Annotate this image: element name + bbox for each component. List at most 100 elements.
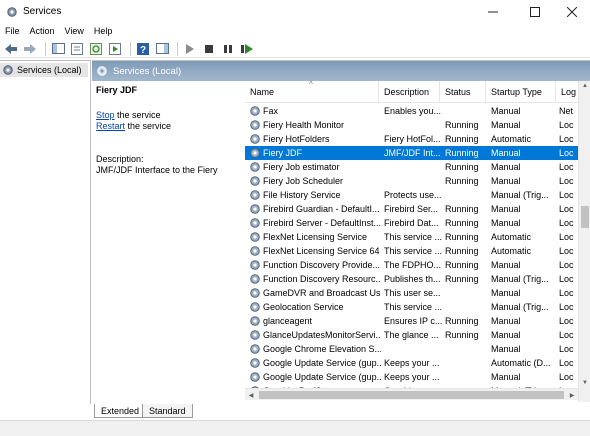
column-header-log-on-as[interactable]: Log (556, 81, 578, 103)
export-list-button[interactable] (107, 42, 123, 56)
scroll-down-arrow-icon[interactable]: ▼ (579, 378, 590, 388)
service-startup-type-cell: Automatic (D... (491, 358, 551, 368)
refresh-button[interactable] (88, 42, 104, 56)
menu-file[interactable]: File (0, 24, 25, 40)
show-hide-console-tree-button[interactable] (50, 42, 66, 56)
table-row[interactable]: GameDVR and Broadcast Us... This user se.… (245, 286, 578, 300)
stop-service-icon (205, 44, 213, 53)
column-header-startup-type[interactable]: Startup Type (486, 81, 556, 103)
service-startup-type-cell: Manual (491, 372, 521, 382)
show-action-pane-button[interactable] (154, 42, 170, 56)
maximize-button[interactable] (516, 0, 554, 24)
column-header-status[interactable]: Status (440, 81, 486, 103)
service-gear-icon (250, 330, 260, 340)
pane-header: Services (Local) (92, 61, 590, 81)
service-description-cell: Keeps your ... (384, 372, 440, 382)
start-service-button[interactable] (182, 42, 198, 56)
view-tabs: Extended Standard (92, 404, 590, 420)
service-name-cell: Fiery JDF (263, 148, 302, 158)
properties-button[interactable] (69, 42, 85, 56)
scroll-up-arrow-icon[interactable]: ▲ (579, 81, 590, 91)
service-description-cell: Firebird Dat... (384, 218, 439, 228)
status-bar (0, 420, 590, 436)
tab-extended[interactable]: Extended (94, 404, 147, 418)
table-row[interactable]: Google Update Service (gup... Keeps your … (245, 370, 578, 384)
service-name-cell: Firebird Guardian - DefaultI... (263, 204, 380, 214)
restart-action: Restart the service (96, 121, 171, 131)
table-row[interactable]: Geolocation Service This service ... Manua… (245, 300, 578, 314)
service-status-cell: Running (445, 232, 479, 242)
service-description-cell: This service ... (384, 302, 442, 312)
horizontal-scrollbar[interactable]: ◀ ▶ (245, 388, 578, 400)
table-row[interactable]: glanceagent Ensures IP c... Running Manual L… (245, 314, 578, 328)
table-row[interactable]: Fiery JDF JMF/JDF Int... Running Manual Loc (245, 146, 578, 160)
service-status-cell (445, 286, 489, 300)
column-header-name[interactable]: ^ Name (245, 81, 379, 103)
back-button[interactable] (3, 42, 19, 56)
service-startup-type-cell: Manual (Trig... (491, 302, 549, 312)
table-row[interactable]: Function Discovery Provide... The FDPHO..… (245, 258, 578, 272)
show-hide-console-tree-icon (51, 43, 65, 54)
services-list: ^ Name Description Status Startup Type L… (245, 81, 590, 402)
table-row[interactable]: Fiery Job Scheduler Running Manual Loc (245, 174, 578, 188)
table-row[interactable]: Fiery Health Monitor Running Manual Loc (245, 118, 578, 132)
table-row[interactable]: FlexNet Licensing Service This service ..… (245, 230, 578, 244)
service-log-on-as-cell: Loc (559, 372, 574, 382)
table-row[interactable]: File History Service Protects use... Manua… (245, 188, 578, 202)
horizontal-scroll-thumb[interactable] (259, 391, 564, 399)
forward-button[interactable] (22, 42, 38, 56)
table-row[interactable]: Fax Enables you... Manual Net (245, 104, 578, 118)
menu-bar: File Action View Help (0, 24, 590, 40)
tree-item-services-local[interactable]: Services (Local) (0, 63, 88, 77)
menu-help[interactable]: Help (89, 24, 118, 40)
table-row[interactable]: Firebird Guardian - DefaultI... Firebird … (245, 202, 578, 216)
service-name-cell: Google Update Service (gup... (263, 358, 381, 368)
service-description-cell (384, 160, 442, 174)
scroll-left-arrow-icon[interactable]: ◀ (245, 389, 257, 401)
service-status-cell (445, 188, 489, 202)
pause-service-button[interactable] (220, 42, 236, 56)
table-row[interactable]: Fiery Job estimator Running Manual Loc (245, 160, 578, 174)
stop-action-suffix: the service (114, 110, 161, 120)
service-gear-icon (250, 148, 260, 158)
service-name-cell: Fiery Job Scheduler (263, 176, 344, 186)
forward-arrow-icon (24, 43, 36, 54)
minimize-button[interactable] (474, 0, 512, 24)
service-status-cell: Running (445, 218, 479, 228)
table-row[interactable]: Firebird Server - DefaultInst... Firebird… (245, 216, 578, 230)
service-startup-type-cell: Automatic (491, 246, 532, 256)
close-button[interactable] (553, 0, 590, 24)
vertical-scrollbar[interactable]: ▲ ▼ (578, 81, 590, 402)
service-startup-type-cell: Manual (491, 344, 521, 354)
pane-header-label: Services (Local) (113, 65, 182, 77)
restart-service-link[interactable]: Restart (96, 121, 125, 131)
service-startup-type-cell: Manual (491, 204, 521, 214)
window-title: Services (23, 6, 62, 17)
service-gear-icon (250, 190, 260, 200)
service-startup-type-cell: Manual (Trig... (491, 274, 549, 284)
service-status-cell: Running (445, 330, 479, 340)
tab-standard[interactable]: Standard (142, 404, 193, 418)
column-header-description[interactable]: Description (379, 81, 440, 103)
table-row[interactable]: Google Update Service (gup... Keeps your … (245, 356, 578, 370)
menu-view[interactable]: View (60, 24, 89, 40)
table-row[interactable]: Function Discovery Resourc... Publishes t… (245, 272, 578, 286)
help-button[interactable]: ? (135, 42, 151, 56)
services-gear-icon (3, 65, 13, 75)
stop-service-button[interactable] (201, 42, 217, 56)
table-row[interactable]: Fiery HotFolders Fiery HotFol... Running Au… (245, 132, 578, 146)
table-row[interactable]: FlexNet Licensing Service 64 This service… (245, 244, 578, 258)
stop-service-link[interactable]: Stop (96, 110, 115, 120)
restart-service-button[interactable] (239, 42, 255, 56)
service-status-cell (445, 342, 489, 356)
vertical-scroll-thumb[interactable] (581, 206, 589, 228)
scroll-right-arrow-icon[interactable]: ▶ (566, 389, 578, 401)
service-description-cell: The glance ... (384, 330, 439, 340)
help-icon: ? (137, 42, 149, 55)
table-row[interactable]: Google Chrome Elevation S... Manual Loc (245, 342, 578, 356)
maximize-icon (530, 7, 540, 17)
service-gear-icon (250, 176, 260, 186)
menu-action[interactable]: Action (25, 24, 60, 40)
tree-item-label: Services (Local) (17, 65, 82, 75)
table-row[interactable]: GlanceUpdatesMonitorServi... The glance .… (245, 328, 578, 342)
